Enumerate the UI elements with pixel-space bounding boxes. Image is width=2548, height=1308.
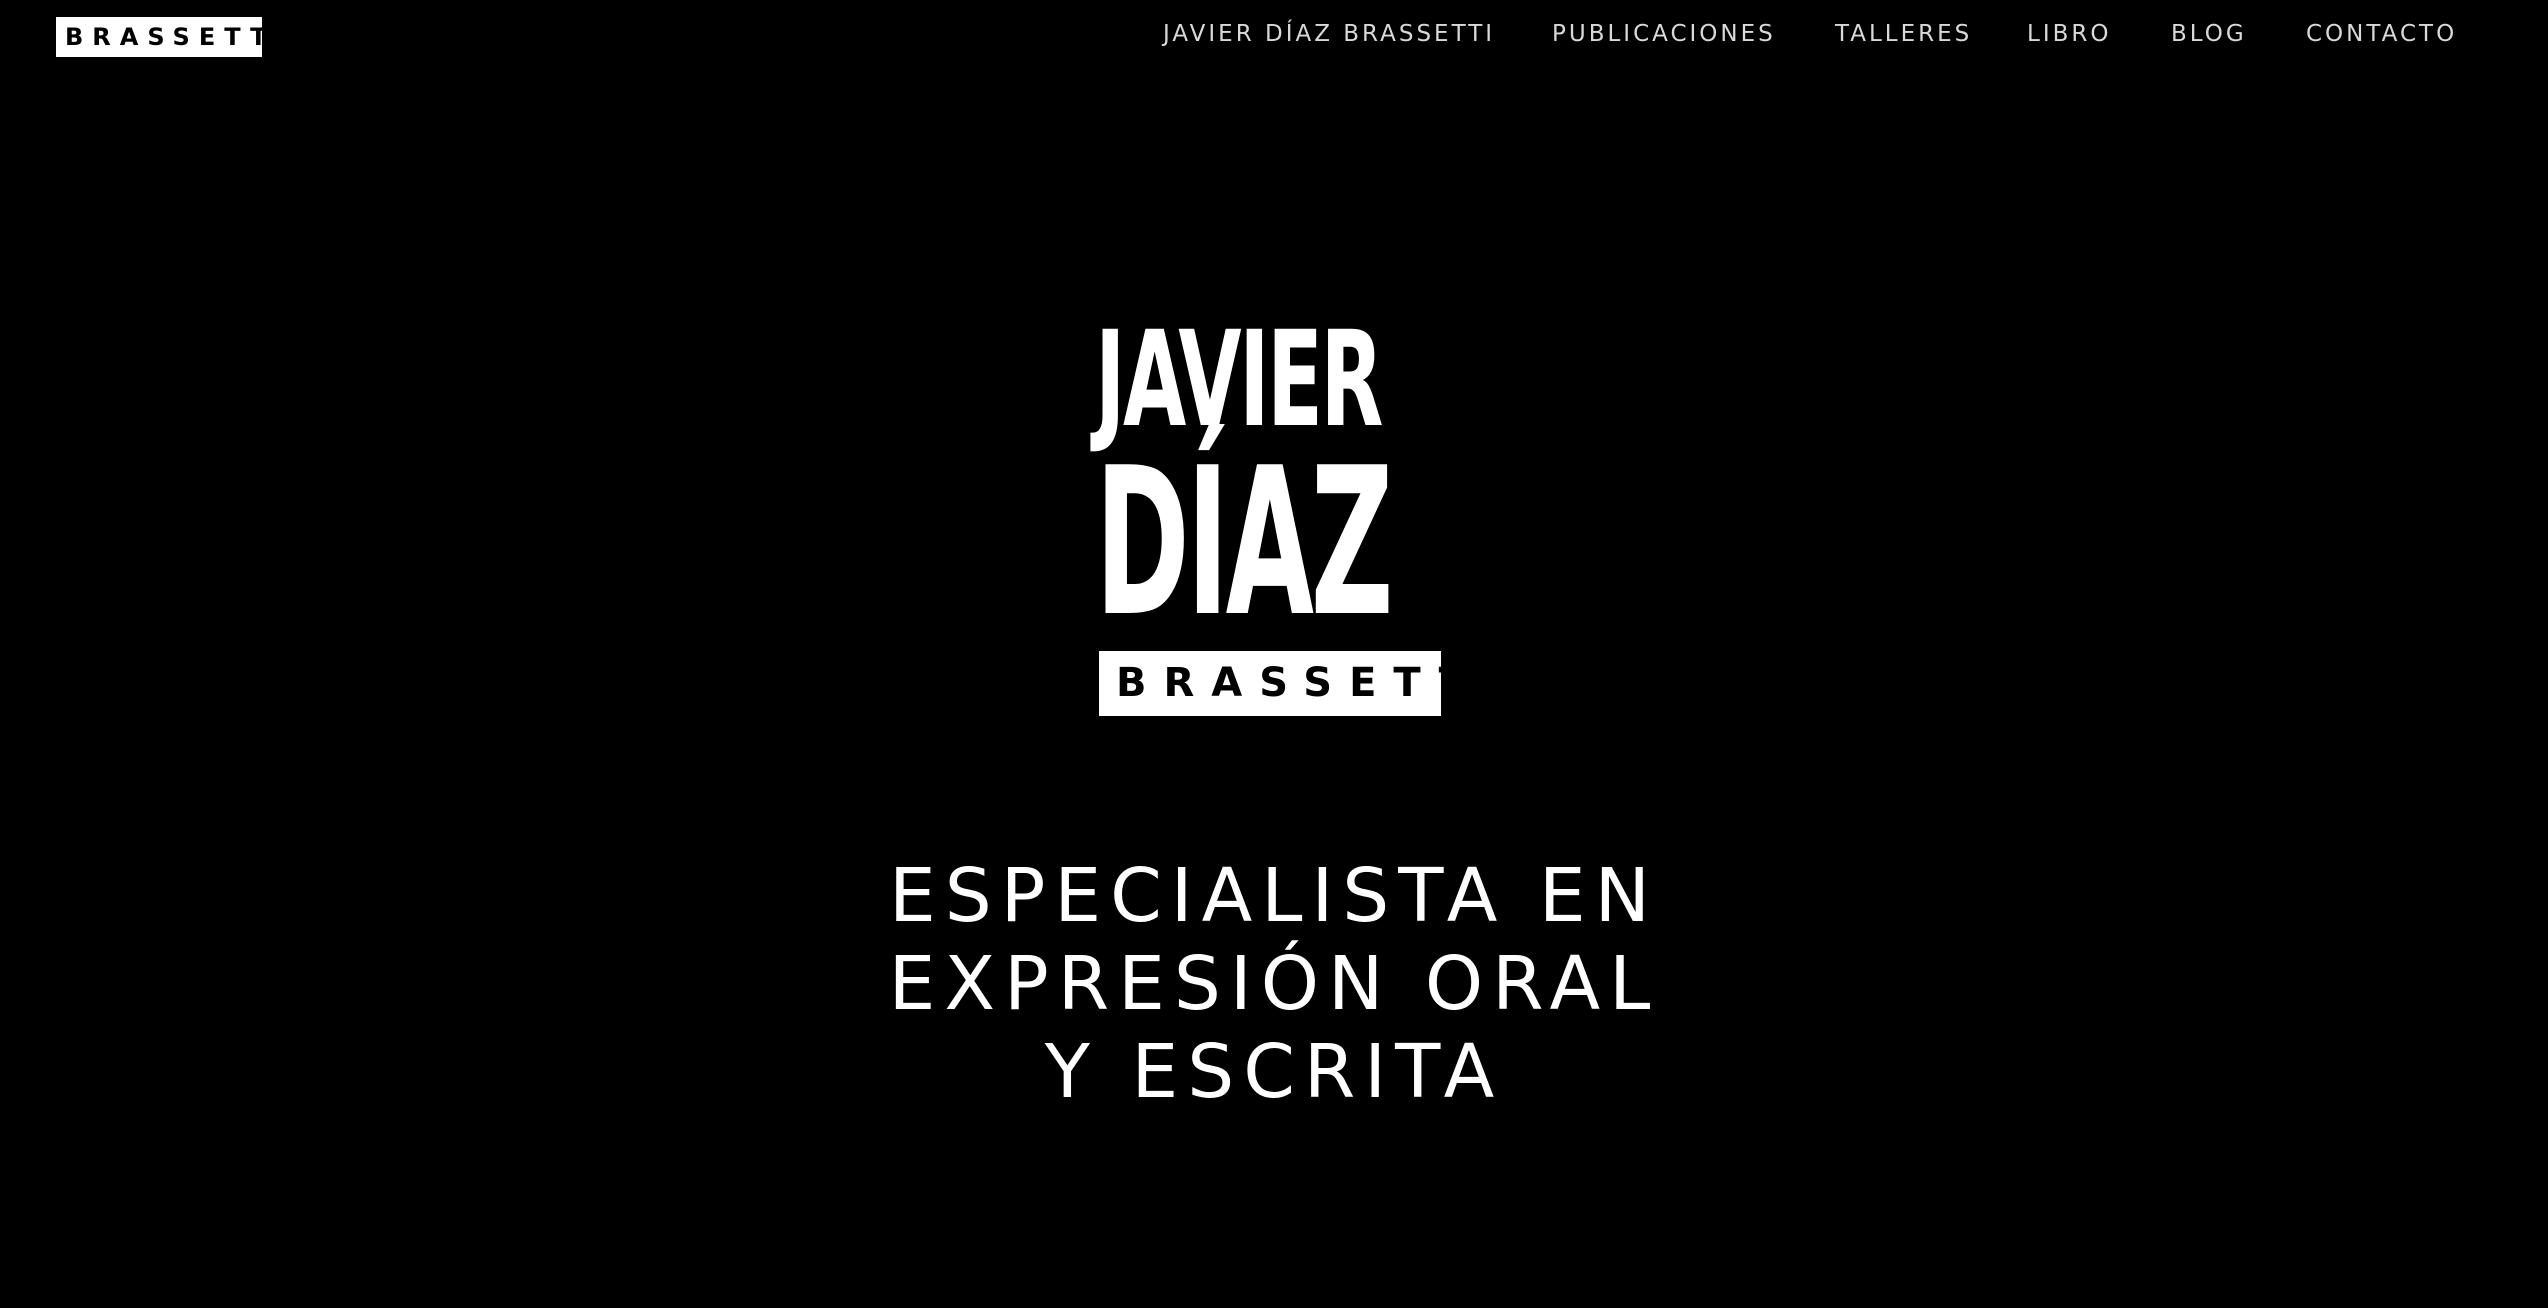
nav-link-libro[interactable]: LIBRO <box>2027 18 2111 50</box>
hero-logo-plate: BRASSETTI <box>1099 651 1498 716</box>
hero-logo-last-name: DÍAZ <box>1095 425 1394 662</box>
tagline-line: ESPECIALISTA EN <box>889 853 1659 939</box>
hero-tagline: ESPECIALISTA EN EXPRESIÓN ORAL Y ESCRITA <box>874 852 1674 1116</box>
main-nav: JAVIER DÍAZ BRASSETTI PUBLICACIONES TALL… <box>0 0 2548 70</box>
site-header: BRASSETTI JAVIER DÍAZ BRASSETTI PUBLICAC… <box>0 0 2548 70</box>
tagline-line: EXPRESIÓN ORAL <box>888 941 1660 1027</box>
nav-link-blog[interactable]: BLOG <box>2171 18 2247 50</box>
hero-logo: JAVIER DÍAZ BRASSETTI <box>1095 314 1498 716</box>
nav-link-contacto[interactable]: CONTACTO <box>2306 18 2457 50</box>
nav-link-talleres[interactable]: TALLERES <box>1835 18 1972 50</box>
nav-link-javier-diaz-brassetti[interactable]: JAVIER DÍAZ BRASSETTI <box>1163 18 1495 50</box>
nav-link-publicaciones[interactable]: PUBLICACIONES <box>1552 18 1776 50</box>
tagline-line: Y ESCRITA <box>1044 1029 1504 1115</box>
